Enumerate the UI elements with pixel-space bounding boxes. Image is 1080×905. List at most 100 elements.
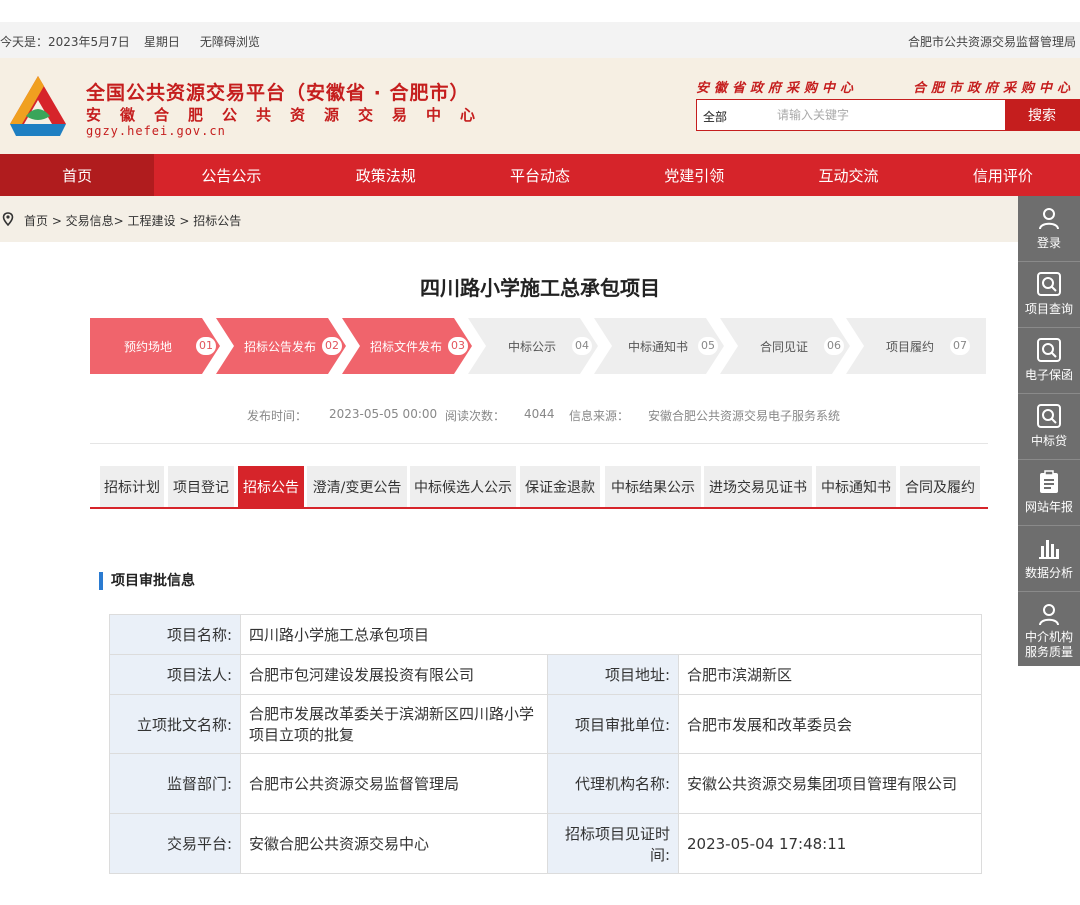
tab-witness-certificate[interactable]: 进场交易见证书 — [704, 466, 812, 508]
tab-project-registration[interactable]: 项目登记 — [168, 466, 234, 508]
top-bar: 今天是：2023年5月7日 星期日 无障碍浏览 合肥市公共资源交易监督管理局 — [0, 22, 1080, 58]
search-icon — [1037, 404, 1061, 428]
provincial-procurement-link[interactable]: 安徽省政府采购中心 — [696, 77, 858, 96]
tab-deposit-refund[interactable]: 保证金退款 — [520, 466, 600, 508]
nav-item-policies[interactable]: 政策法规 — [309, 154, 463, 196]
step-5[interactable]: 中标通知书 05 — [594, 318, 724, 374]
search-input[interactable] — [777, 105, 997, 125]
project-name-value: 四川路小学施工总承包项目 — [240, 614, 982, 655]
sidebar-item-annual-report[interactable]: 网站年报 — [1018, 460, 1080, 526]
step-number: 03 — [448, 337, 468, 355]
platform-label: 交易平台: — [109, 813, 241, 874]
nav-item-party-building[interactable]: 党建引领 — [617, 154, 771, 196]
tab-award-result[interactable]: 中标结果公示 — [605, 466, 701, 508]
table-row: 监督部门: 合肥市公共资源交易监督管理局 代理机构名称: 安徽公共资源交易集团项… — [109, 753, 982, 814]
publish-time: 2023-05-05 00:00 — [329, 407, 438, 421]
tab-candidate-publicity[interactable]: 中标候选人公示 — [410, 466, 516, 508]
step-number: 04 — [572, 337, 592, 355]
views-label: 阅读次数： — [445, 409, 506, 423]
sidebar-item-data-analysis[interactable]: 数据分析 — [1018, 526, 1080, 592]
sidebar-item-e-guarantee[interactable]: 电子保函 — [1018, 328, 1080, 394]
sidebar-label: 电子保函 — [1024, 368, 1073, 382]
site-header: 全国公共资源交易平台（安徽省 · 合肥市） 安徽合肥公共资源交易中心 ggzy.… — [0, 58, 1080, 154]
nav-item-announcements[interactable]: 公告公示 — [154, 154, 308, 196]
sidebar-label: 项目查询 — [1024, 302, 1073, 316]
tab-bid-announcement[interactable]: 招标公告 — [238, 466, 304, 508]
search-category-select[interactable]: 全部 — [703, 108, 727, 125]
step-3[interactable]: 招标文件发布 03 — [342, 318, 472, 374]
user-icon — [1039, 604, 1059, 626]
step-7[interactable]: 项目履约 07 — [846, 318, 986, 374]
section-title: 项目审批信息 — [99, 572, 195, 590]
step-label: 招标公告发布 — [244, 340, 317, 354]
side-toolbar: 登录 项目查询 电子保函 中标贷 网站年报 数据分析 中介机构服务质量 — [1018, 196, 1080, 666]
step-number: 06 — [824, 337, 844, 355]
tab-underline — [90, 507, 988, 509]
search-button[interactable]: 搜索 — [1005, 100, 1079, 130]
city-procurement-link[interactable]: 合肥市政府采购中心 — [913, 77, 1075, 96]
platform-value: 安徽合肥公共资源交易中心 — [240, 813, 548, 874]
nav-item-interaction[interactable]: 互动交流 — [771, 154, 925, 196]
tab-contract[interactable]: 合同及履约 — [900, 466, 980, 508]
main-nav: 首页 公告公示 政策法规 平台动态 党建引领 互动交流 信用评价 — [0, 154, 1080, 196]
search-box: 全部 搜索 — [696, 99, 1080, 131]
current-date: 今天是：2023年5月7日 — [0, 35, 130, 49]
step-6[interactable]: 合同见证 06 — [720, 318, 850, 374]
source-value: 安徽合肥公共资源交易电子服务系统 — [648, 409, 841, 423]
site-url: ggzy.hefei.gov.cn — [86, 124, 226, 138]
step-label: 中标公示 — [508, 340, 557, 354]
step-number: 02 — [322, 337, 342, 355]
views-count: 4044 — [524, 407, 555, 421]
step-label: 中标通知书 — [628, 340, 689, 354]
step-label: 预约场地 — [124, 340, 173, 354]
project-legal-value: 合肥市包河建设发展投资有限公司 — [240, 654, 548, 695]
step-4[interactable]: 中标公示 04 — [468, 318, 598, 374]
breadcrumb-path[interactable]: 首页 > 交易信息> 工程建设 > 招标公告 — [24, 212, 241, 229]
tab-clarification[interactable]: 澄清/变更公告 — [307, 466, 407, 508]
step-label: 合同见证 — [760, 340, 809, 354]
bar-chart-icon — [1039, 540, 1059, 559]
project-address-value: 合肥市滨湖新区 — [678, 654, 982, 695]
nav-item-credit[interactable]: 信用评价 — [926, 154, 1080, 196]
step-number: 01 — [196, 337, 216, 355]
step-label: 项目履约 — [886, 340, 935, 354]
step-2[interactable]: 招标公告发布 02 — [216, 318, 346, 374]
supervisor-value: 合肥市公共资源交易监督管理局 — [240, 753, 548, 814]
breadcrumb: 首页 > 交易信息> 工程建设 > 招标公告 — [0, 196, 1080, 242]
nav-item-platform-news[interactable]: 平台动态 — [463, 154, 617, 196]
sidebar-label: 数据分析 — [1024, 566, 1073, 580]
approval-unit-value: 合肥市发展和改革委员会 — [678, 694, 982, 754]
agency-label: 代理机构名称: — [547, 753, 679, 814]
sidebar-item-login[interactable]: 登录 — [1018, 196, 1080, 262]
project-info-table: 项目名称: 四川路小学施工总承包项目 项目法人: 合肥市包河建设发展投资有限公司… — [109, 614, 982, 874]
table-row: 项目名称: 四川路小学施工总承包项目 — [109, 614, 982, 655]
approval-unit-label: 项目审批单位: — [547, 694, 679, 754]
approval-doc-value: 合肥市发展改革委关于滨湖新区四川路小学项目立项的批复 — [240, 694, 548, 754]
table-row: 立项批文名称: 合肥市发展改革委关于滨湖新区四川路小学项目立项的批复 项目审批单… — [109, 694, 982, 754]
table-row: 项目法人: 合肥市包河建设发展投资有限公司 项目地址: 合肥市滨湖新区 — [109, 654, 982, 695]
tab-bid-plan[interactable]: 招标计划 — [100, 466, 164, 508]
sidebar-label: 登录 — [1036, 236, 1061, 250]
clipboard-icon — [1040, 470, 1058, 493]
site-title: 全国公共资源交易平台（安徽省 · 合肥市） — [86, 82, 470, 104]
sidebar-label: 网站年报 — [1024, 500, 1073, 514]
sidebar-item-bid-loan[interactable]: 中标贷 — [1018, 394, 1080, 460]
table-row: 交易平台: 安徽合肥公共资源交易中心 招标项目见证时间: 2023-05-04 … — [109, 813, 982, 874]
accessibility-link[interactable]: 无障碍浏览 — [200, 33, 260, 50]
publish-time-label: 发布时间： — [247, 409, 308, 423]
agency-value: 安徽公共资源交易集团项目管理有限公司 — [678, 753, 982, 814]
progress-steps: 预约场地 01 招标公告发布 02 招标文件发布 03 中标公示 04 中标通知… — [90, 318, 986, 374]
user-icon — [1039, 208, 1059, 230]
site-logo-icon[interactable] — [4, 72, 72, 140]
step-number: 05 — [698, 337, 718, 355]
step-1[interactable]: 预约场地 01 — [90, 318, 220, 374]
nav-item-home[interactable]: 首页 — [0, 154, 155, 196]
sidebar-label: 中介机构服务质量 — [1024, 630, 1073, 659]
supervisor-label: 监督部门: — [109, 753, 241, 814]
divider — [90, 443, 988, 444]
org-link[interactable]: 合肥市公共资源交易监督管理局 — [908, 33, 1076, 50]
step-number: 07 — [950, 337, 970, 355]
sidebar-item-agency-quality[interactable]: 中介机构服务质量 — [1018, 592, 1080, 666]
tab-award-notice[interactable]: 中标通知书 — [816, 466, 896, 508]
witness-time-value: 2023-05-04 17:48:11 — [678, 813, 982, 874]
